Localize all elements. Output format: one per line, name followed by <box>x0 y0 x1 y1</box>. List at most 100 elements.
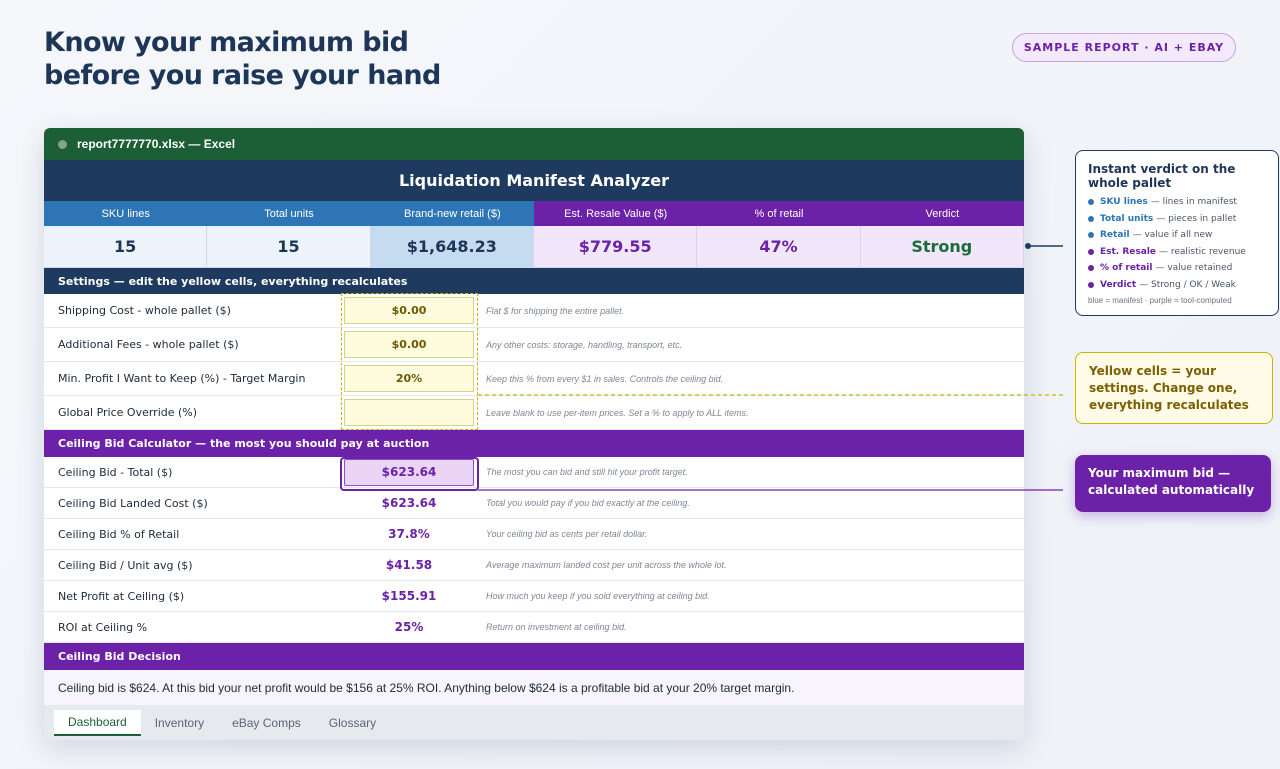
legend-key: Est. Resale <box>1100 246 1157 257</box>
decision-section-header: Ceiling Bid Decision <box>44 643 1024 670</box>
window-title: report7777770.xlsx — Excel <box>77 137 236 151</box>
net-profit-cell[interactable]: $155.91 <box>344 583 474 610</box>
window-titlebar: report7777770.xlsx — Excel <box>44 128 1024 160</box>
settings-row: Shipping Cost - whole pallet ($) $0.00 F… <box>44 294 1024 328</box>
roi-cell[interactable]: 25% <box>344 614 474 641</box>
ceiling-bid-pct-retail-cell[interactable]: 37.8% <box>344 521 474 548</box>
verdict-connector-dot <box>1025 243 1031 249</box>
legend-item: Verdict — Strong / OK / Weak <box>1088 277 1266 294</box>
window-status-icon <box>58 139 67 149</box>
settings-label: Additional Fees - whole pallet ($) <box>58 338 239 351</box>
bullet-icon <box>1088 265 1094 272</box>
calculator-row: ROI at Ceiling % 25% Return on investmen… <box>44 612 1024 643</box>
excel-window: report7777770.xlsx — Excel Liquidation M… <box>44 128 1024 740</box>
calculator-label: Ceiling Bid % of Retail <box>58 527 180 541</box>
settings-note: Flat $ for shipping the entire pallet. <box>486 305 625 316</box>
kpi-header-row: SKU lines Total units Brand-new retail (… <box>44 201 1024 226</box>
kpi-header-total-units: Total units <box>207 201 371 226</box>
calculator-label: Net Profit at Ceiling ($) <box>58 589 185 603</box>
sheet-tabs: Dashboard Inventory eBay Comps Glossary <box>44 705 1024 740</box>
calculator-label: Ceiling Bid Landed Cost ($) <box>58 496 208 510</box>
kpi-value-resale[interactable]: $779.55 <box>533 226 698 267</box>
settings-note: Leave blank to use per-item prices. Set … <box>486 407 749 418</box>
calculator-note: The most you can bid and still hit your … <box>486 467 688 477</box>
ceiling-bid-per-unit-cell[interactable]: $41.58 <box>344 552 474 579</box>
bullet-icon <box>1088 232 1094 239</box>
calculator-section-header: Ceiling Bid Calculator — the most you sh… <box>44 430 1024 457</box>
settings-row: Additional Fees - whole pallet ($) $0.00… <box>44 328 1024 362</box>
calculator-note: Your ceiling bid as cents per retail dol… <box>486 529 648 539</box>
calculator-label: Ceiling Bid / Unit avg ($) <box>58 558 193 572</box>
ceiling-bid-landed-cost-cell[interactable]: $623.64 <box>344 490 474 517</box>
settings-row: Global Price Override (%) Leave blank to… <box>44 396 1024 430</box>
kpi-header-sku-lines: SKU lines <box>44 201 208 226</box>
decision-text: Ceiling bid is $624. At this bid your ne… <box>44 670 1024 705</box>
calculator-row: Ceiling Bid / Unit avg ($) $41.58 Averag… <box>44 550 1024 581</box>
headline-line-2: before you raise your hand <box>44 60 441 91</box>
tab-ebay-comps[interactable]: eBay Comps <box>218 710 315 736</box>
app-title: Liquidation Manifest Analyzer <box>44 160 1024 201</box>
bullet-icon <box>1088 248 1094 255</box>
calculator-row: Ceiling Bid Landed Cost ($) $623.64 Tota… <box>44 488 1024 519</box>
legend-desc: — Strong / OK / Weak <box>1139 279 1236 290</box>
kpi-header-resale: Est. Resale Value ($) <box>533 201 698 226</box>
global-price-override-input[interactable] <box>344 399 474 426</box>
settings-callout: Yellow cells = your settings. Change one… <box>1075 352 1273 424</box>
calculator-row: Net Profit at Ceiling ($) $155.91 How mu… <box>44 581 1024 612</box>
target-margin-input[interactable]: 20% <box>344 365 474 392</box>
legend-key: Total units <box>1100 213 1154 224</box>
settings-label: Min. Profit I Want to Keep (%) - Target … <box>58 372 306 385</box>
calculator-note: How much you keep if you sold everything… <box>486 591 710 601</box>
legend-item: Est. Resale — realistic revenue <box>1088 244 1266 261</box>
kpi-value-verdict[interactable]: Strong <box>860 226 1024 267</box>
tab-dashboard[interactable]: Dashboard <box>54 710 141 736</box>
ceiling-bid-total-cell[interactable]: $623.64 <box>344 458 474 486</box>
kpi-value-pct-retail[interactable]: 47% <box>697 226 861 267</box>
calculator-note: Average maximum landed cost per unit acr… <box>486 560 727 570</box>
legend-item: SKU lines — lines in manifest <box>1088 194 1266 211</box>
headline-line-1: Know your maximum bid <box>44 27 409 58</box>
bullet-icon <box>1088 281 1094 288</box>
legend-desc: — realistic revenue <box>1159 246 1246 257</box>
calculator-label: Ceiling Bid - Total ($) <box>58 465 173 479</box>
calculator-note: Total you would pay if you bid exactly a… <box>486 498 690 508</box>
legend-key: % of retail <box>1100 263 1153 274</box>
tab-inventory[interactable]: Inventory <box>141 710 218 736</box>
sample-report-badge: SAMPLE REPORT · AI + EBAY <box>1012 33 1236 62</box>
legend-desc: — value if all new <box>1132 230 1213 241</box>
settings-section-header: Settings — edit the yellow cells, everyt… <box>44 268 1024 294</box>
settings-label: Shipping Cost - whole pallet ($) <box>58 304 231 317</box>
settings-row: Min. Profit I Want to Keep (%) - Target … <box>44 362 1024 396</box>
tab-glossary[interactable]: Glossary <box>315 710 390 736</box>
kpi-header-verdict: Verdict <box>860 201 1024 226</box>
legend-key: Retail <box>1100 230 1130 241</box>
calculator-label: ROI at Ceiling % <box>58 620 148 634</box>
settings-note: Keep this % from every $1 in sales. Cont… <box>486 373 724 384</box>
verdict-legend-callout: Instant verdict on the whole pallet SKU … <box>1075 150 1279 316</box>
kpi-value-sku-lines[interactable]: 15 <box>44 226 208 267</box>
headline: Know your maximum bid before you raise y… <box>44 26 441 92</box>
kpi-value-row: 15 15 $1,648.23 $779.55 47% Strong <box>44 226 1024 268</box>
calculator-row: Ceiling Bid % of Retail 37.8% Your ceili… <box>44 519 1024 550</box>
bullet-icon <box>1088 199 1094 206</box>
calculator-row: Ceiling Bid - Total ($) $623.64 The most… <box>44 457 1024 488</box>
calculator-note: Return on investment at ceiling bid. <box>486 622 627 632</box>
additional-fees-input[interactable]: $0.00 <box>344 331 474 358</box>
legend-item: Retail — value if all new <box>1088 227 1266 244</box>
legend-key: Verdict <box>1100 279 1137 290</box>
shipping-cost-input[interactable]: $0.00 <box>344 297 474 324</box>
bullet-icon <box>1088 215 1094 222</box>
settings-note: Any other costs: storage, handling, tran… <box>486 339 683 350</box>
kpi-header-pct-retail: % of retail <box>697 201 861 226</box>
legend-desc: — pieces in pallet <box>1156 213 1237 224</box>
kpi-value-retail[interactable]: $1,648.23 <box>370 226 534 267</box>
legend-footer: blue = manifest · purple = tool-computed <box>1088 296 1232 305</box>
kpi-value-total-units[interactable]: 15 <box>207 226 371 267</box>
legend-item: % of retail — value retained <box>1088 260 1266 277</box>
legend-desc: — value retained <box>1155 263 1233 274</box>
settings-label: Global Price Override (%) <box>58 406 198 419</box>
legend-item: Total units — pieces in pallet <box>1088 211 1266 228</box>
ceiling-bid-callout: Your maximum bid — calculated automatica… <box>1075 455 1271 512</box>
legend-title: Instant verdict on the whole pallet <box>1088 162 1236 190</box>
kpi-header-retail: Brand-new retail ($) <box>370 201 534 226</box>
